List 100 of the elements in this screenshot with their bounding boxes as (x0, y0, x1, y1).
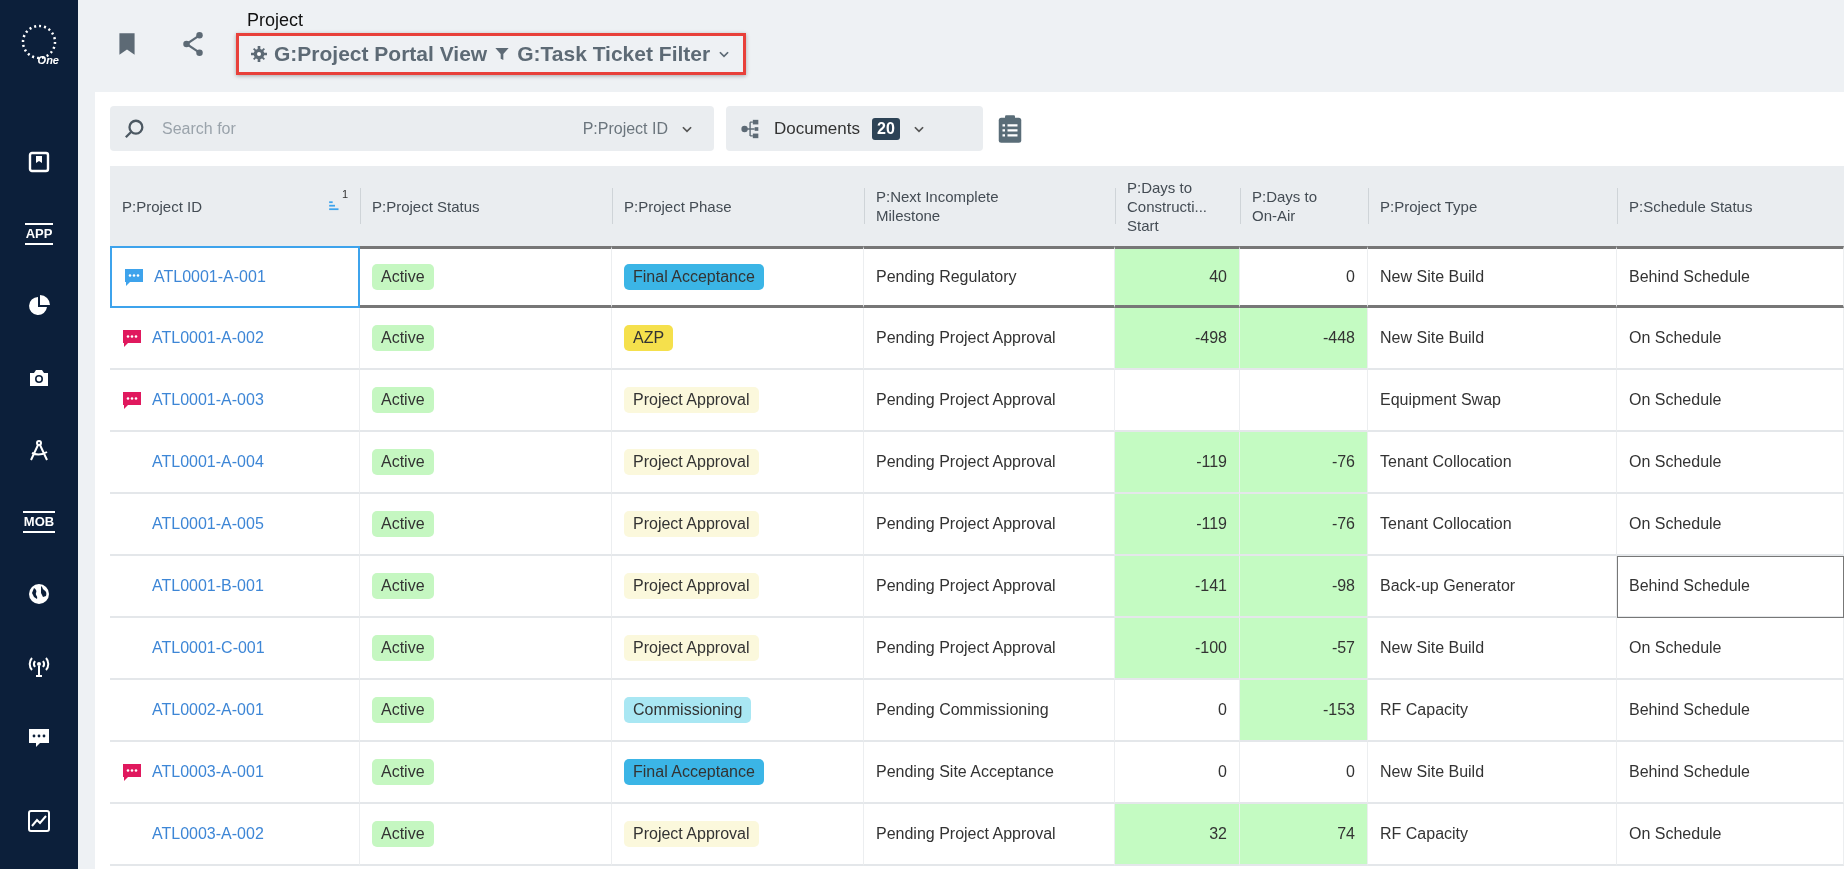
pie-chart-icon (27, 294, 51, 318)
phase-tag: Project Approval (624, 387, 759, 413)
table-cell: Pending Project Approval (864, 308, 1115, 370)
table-cell: Behind Schedule (1617, 246, 1844, 308)
status-tag: Active (372, 387, 434, 413)
phase-tag: AZP (624, 325, 674, 351)
table-cell: -98 (1240, 556, 1368, 618)
table-cell: -100 (1115, 618, 1240, 680)
table-cell: Behind Schedule (1617, 556, 1844, 618)
table-cell: On Schedule (1617, 308, 1844, 370)
table-cell: -57 (1240, 618, 1368, 680)
table-cell: On Schedule (1617, 370, 1844, 432)
table-cell: RF Capacity (1368, 804, 1617, 866)
sort-icon (327, 199, 342, 213)
table-cell: New Site Build (1368, 308, 1617, 370)
status-tag: Active (372, 573, 434, 599)
table-cell: Behind Schedule (1617, 742, 1844, 804)
table-cell: 0 (1115, 742, 1240, 804)
field-dropdown[interactable]: P:Project ID (576, 118, 700, 139)
table-cell: -119 (1115, 494, 1240, 556)
table-cell: New Site Build (1368, 246, 1617, 308)
view-selector[interactable]: G:Project Portal View G:Task Ticket Filter (236, 33, 747, 75)
comment-icon[interactable] (124, 267, 144, 287)
table-cell: Pending Commissioning (864, 680, 1115, 742)
column-header[interactable]: P:Days to Constructi... Start (1115, 166, 1240, 246)
page-title: Project (247, 10, 305, 31)
table-cell: New Site Build (1368, 742, 1617, 804)
column-header[interactable]: P:Next Incomplete Milestone (864, 166, 1115, 246)
table-cell: On Schedule (1617, 618, 1844, 680)
project-link[interactable]: ATL0001-A-003 (152, 391, 264, 409)
table-cell: Back-up Generator (1368, 556, 1617, 618)
column-header[interactable]: P:Schedule Status (1617, 166, 1844, 246)
column-header[interactable]: P:Project Type (1368, 166, 1617, 246)
table-cell: Equipment Swap (1368, 370, 1617, 432)
status-tag: Active (372, 697, 434, 723)
documents-label: Documents (774, 118, 860, 139)
documents-button[interactable]: Documents 20 (726, 106, 983, 151)
table-cell: -141 (1115, 556, 1240, 618)
filter-icon (494, 46, 511, 62)
table-cell: On Schedule (1617, 432, 1844, 494)
project-link[interactable]: ATL0001-B-001 (152, 577, 264, 595)
table-cell: -119 (1115, 432, 1240, 494)
status-tag: Active (372, 325, 434, 351)
phase-tag: Project Approval (624, 449, 759, 475)
phase-tag: Project Approval (624, 821, 759, 847)
search-icon (124, 117, 146, 140)
comment-icon[interactable] (122, 390, 142, 410)
table-cell: Pending Project Approval (864, 556, 1115, 618)
table-cell: -153 (1240, 680, 1368, 742)
project-link[interactable]: ATL0001-A-005 (152, 515, 264, 533)
table-cell: Tenant Collocation (1368, 494, 1617, 556)
table-cell: Pending Project Approval (864, 370, 1115, 432)
status-tag: Active (372, 821, 434, 847)
column-header[interactable]: P:Project Status (360, 166, 612, 246)
table-cell: Behind Schedule (1617, 680, 1844, 742)
table-cell: New Site Build (1368, 618, 1617, 680)
project-link[interactable]: ATL0003-A-002 (152, 825, 264, 843)
phase-tag: Final Acceptance (624, 264, 764, 290)
share-icon[interactable] (180, 30, 206, 58)
table-cell: Pending Project Approval (864, 432, 1115, 494)
compass-drawing-icon (27, 438, 51, 462)
table-cell: Pending Project Approval (864, 804, 1115, 866)
phase-tag: Commissioning (624, 697, 752, 723)
table-cell: Pending Site Acceptance (864, 742, 1115, 804)
bookmark-square-icon (27, 150, 51, 174)
column-header[interactable]: P:Days to On-Air (1240, 166, 1368, 246)
table-cell: -448 (1240, 308, 1368, 370)
table-cell: Tenant Collocation (1368, 432, 1617, 494)
status-tag: Active (372, 264, 434, 290)
project-link[interactable]: ATL0001-A-002 (152, 329, 264, 347)
phase-tag: Project Approval (624, 573, 759, 599)
comment-icon[interactable] (122, 328, 142, 348)
table-cell: Pending Project Approval (864, 494, 1115, 556)
table-cell: RF Capacity (1368, 680, 1617, 742)
project-link[interactable]: ATL0001-A-004 (152, 453, 264, 471)
column-header[interactable]: P:Project Phase (612, 166, 864, 246)
comment-icon[interactable] (122, 762, 142, 782)
table-cell: 0 (1240, 742, 1368, 804)
count-badge: 20 (872, 117, 900, 140)
table-cell: Pending Regulatory (864, 246, 1115, 308)
status-tag: Active (372, 635, 434, 661)
phase-tag: Project Approval (624, 511, 759, 537)
table-cell: -76 (1240, 432, 1368, 494)
status-tag: Active (372, 759, 434, 785)
search-field[interactable]: Search for P:Project ID (110, 106, 714, 151)
table-cell: 74 (1240, 804, 1368, 866)
project-link[interactable]: ATL0003-A-001 (152, 763, 264, 781)
project-link[interactable]: ATL0001-A-001 (154, 268, 266, 286)
globe-icon (27, 582, 51, 606)
status-tag: Active (372, 449, 434, 475)
project-link[interactable]: ATL0001-C-001 (152, 639, 265, 657)
table-cell: 40 (1115, 246, 1240, 308)
line-chart-icon (27, 809, 51, 833)
column-header[interactable]: P:Project ID 1 (110, 166, 360, 246)
table-cell: 32 (1115, 804, 1240, 866)
table-cell: -498 (1115, 308, 1240, 370)
phase-tag: Project Approval (624, 635, 759, 661)
project-link[interactable]: ATL0002-A-001 (152, 701, 264, 719)
table-cell: 0 (1240, 246, 1368, 308)
table-cell: Pending Project Approval (864, 618, 1115, 680)
